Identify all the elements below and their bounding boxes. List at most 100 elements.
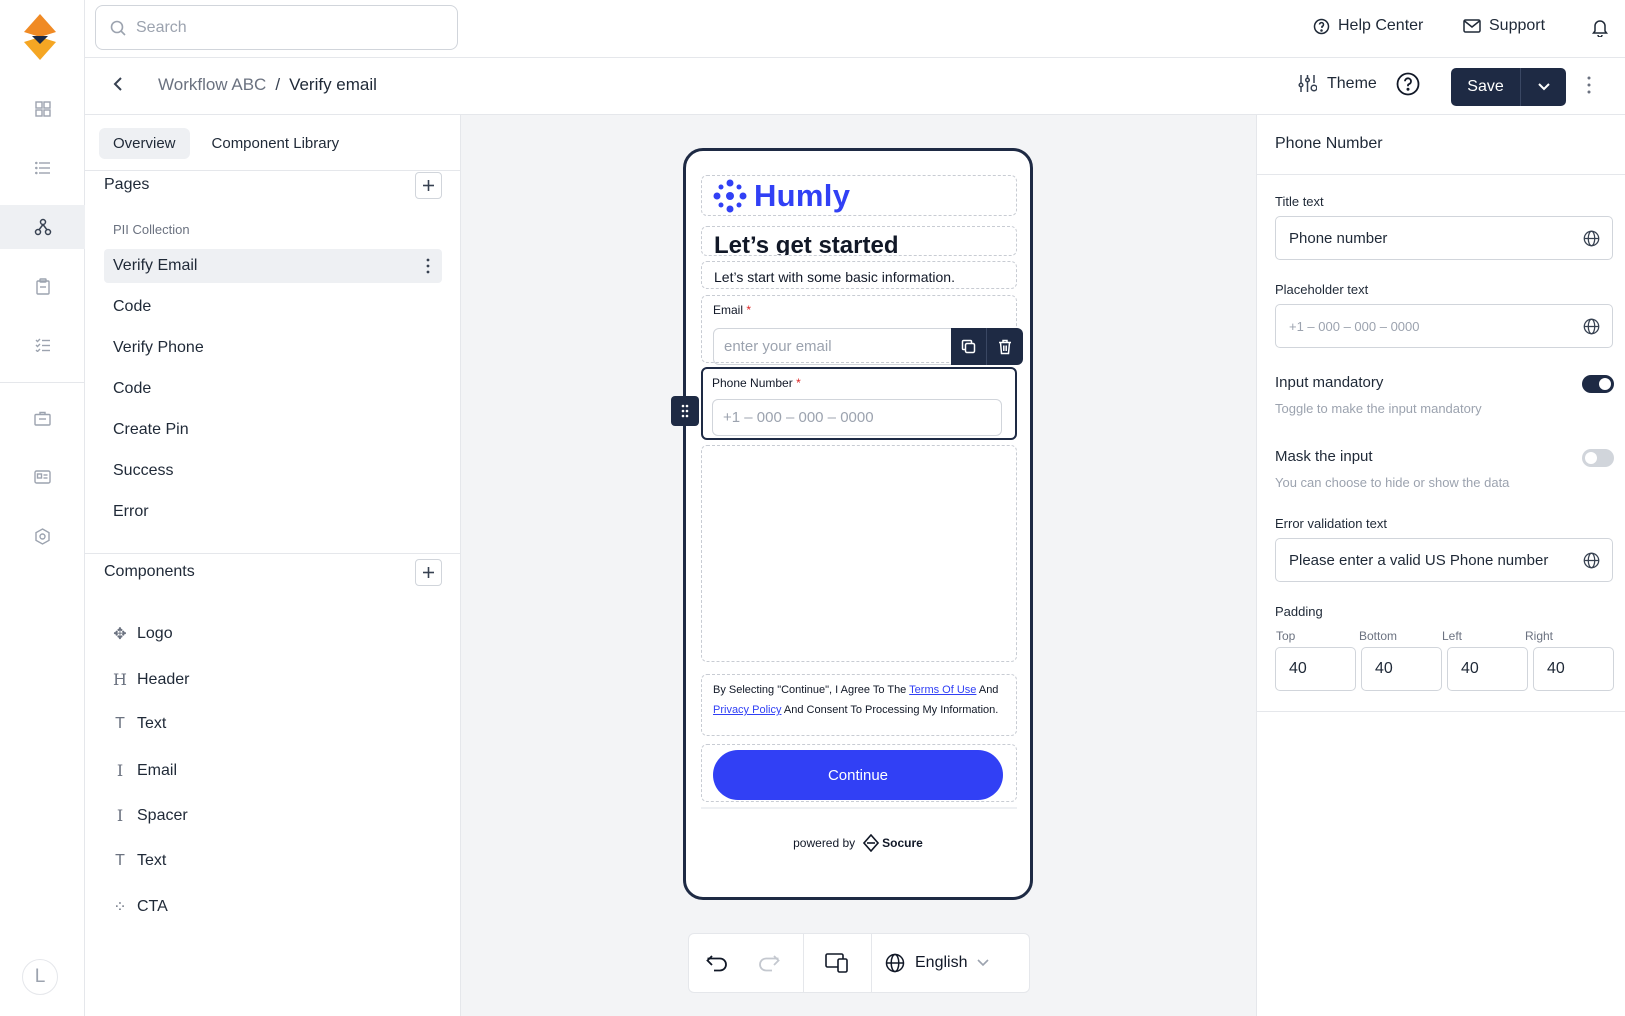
page-item-create-pin[interactable]: Create Pin — [104, 413, 442, 447]
globe-icon[interactable] — [1583, 230, 1600, 247]
page-item-success[interactable]: Success — [104, 454, 442, 488]
component-item-cta[interactable]: ⁘ CTA — [112, 897, 168, 917]
search-input[interactable]: Search — [95, 5, 458, 50]
breadcrumb-current: Verify email — [289, 75, 377, 94]
page-item-label: Code — [113, 298, 152, 315]
clipboard-icon[interactable] — [0, 264, 85, 308]
pages-title: Pages — [104, 176, 150, 193]
device-preview-icon[interactable] — [807, 934, 867, 992]
padding-bottom-input[interactable]: 40 — [1361, 647, 1442, 691]
component-item-text-2[interactable]: T Text — [112, 852, 166, 870]
tab-overview[interactable]: Overview — [99, 128, 190, 159]
undo-icon[interactable] — [695, 934, 739, 992]
logo-component-icon: ✥ — [113, 626, 127, 643]
id-card-icon[interactable] — [0, 455, 85, 499]
help-circle-icon[interactable] — [1396, 72, 1420, 101]
redo-icon[interactable] — [747, 934, 791, 992]
language-select[interactable]: English — [885, 934, 990, 992]
checklist-icon[interactable] — [0, 323, 85, 367]
list-icon[interactable] — [0, 146, 85, 190]
component-label: Spacer — [137, 806, 188, 824]
error-validation-field[interactable]: Please enter a valid US Phone number — [1275, 538, 1613, 582]
globe-icon[interactable] — [1583, 318, 1600, 335]
help-center-link[interactable]: Help Center — [1313, 17, 1423, 35]
page-item-label: Code — [113, 380, 152, 397]
mask-input-description: You can choose to hide or show the data — [1275, 475, 1510, 490]
component-item-logo[interactable]: ✥ Logo — [112, 624, 173, 644]
avatar[interactable]: L — [22, 959, 58, 995]
component-label: Email — [137, 761, 178, 779]
settings-hexagon-icon[interactable] — [0, 514, 85, 558]
component-label: Logo — [137, 625, 173, 642]
section-divider — [85, 553, 461, 554]
terms-pre: By Selecting "Continue", I Agree To The — [713, 684, 910, 696]
padding-right-input[interactable]: 40 — [1533, 647, 1614, 691]
add-component-button[interactable] — [415, 559, 442, 586]
save-button-group: Save — [1451, 68, 1566, 106]
breadcrumb: Workflow ABC / Verify email — [158, 75, 377, 95]
component-item-spacer[interactable]: I Spacer — [112, 806, 188, 825]
search-icon — [110, 20, 126, 36]
logo-block[interactable]: Humly — [701, 175, 1017, 216]
duplicate-icon[interactable] — [951, 328, 987, 365]
page-item-error[interactable]: Error — [104, 495, 442, 529]
theme-button[interactable]: Theme — [1298, 74, 1377, 93]
socure-logo: Socure — [863, 834, 923, 852]
page-menu-icon[interactable] — [426, 258, 430, 279]
text-block[interactable]: Let’s start with some basic information. — [701, 261, 1017, 289]
title-text-label: Title text — [1275, 194, 1324, 209]
dashboard-icon[interactable] — [0, 87, 85, 131]
trash-icon[interactable] — [987, 328, 1023, 365]
continue-button[interactable]: Continue — [713, 750, 1003, 800]
padding-right-label: Right — [1525, 629, 1554, 643]
workflow-icon[interactable] — [0, 205, 85, 249]
terms-of-use-link[interactable]: Terms Of Use — [909, 684, 976, 696]
save-dropdown-button[interactable] — [1521, 68, 1566, 106]
input-mandatory-toggle[interactable] — [1582, 375, 1614, 393]
page-item-code-2[interactable]: Code — [104, 372, 442, 406]
page-item-label: Verify Email — [113, 257, 198, 274]
save-button[interactable]: Save — [1451, 68, 1521, 106]
page-item-verify-email[interactable]: Verify Email — [104, 249, 442, 283]
breadcrumb-parent[interactable]: Workflow ABC — [158, 75, 266, 95]
page-item-code[interactable]: Code — [104, 290, 442, 324]
placeholder-text-field[interactable]: +1 – 000 – 000 – 0000 — [1275, 304, 1613, 348]
component-item-header[interactable]: H Header — [112, 670, 189, 689]
padding-top-input[interactable]: 40 — [1275, 647, 1356, 691]
powered-by: powered by Socure — [686, 834, 1030, 852]
component-item-email[interactable]: I Email — [112, 761, 177, 780]
add-page-button[interactable] — [415, 172, 442, 199]
heading-icon: H — [113, 670, 127, 689]
app-logo[interactable] — [24, 14, 56, 65]
padding-left-input[interactable]: 40 — [1447, 647, 1528, 691]
page-item-label: Success — [113, 462, 174, 479]
phone-number-block-selected[interactable]: Phone Number * +1 – 000 – 000 – 0000 — [701, 367, 1017, 440]
phone-field[interactable]: +1 – 000 – 000 – 0000 — [712, 399, 1002, 436]
privacy-policy-link[interactable]: Privacy Policy — [713, 704, 781, 716]
spacer-block[interactable] — [701, 445, 1017, 662]
help-center-label: Help Center — [1338, 17, 1424, 34]
email-label: Email * — [713, 303, 752, 317]
component-item-text[interactable]: T Text — [112, 715, 166, 733]
cta-block[interactable]: Continue — [701, 744, 1017, 802]
globe-icon[interactable] — [1583, 552, 1600, 569]
email-block[interactable]: Email * enter your email — [701, 295, 1023, 365]
title-text-field[interactable]: Phone number — [1275, 216, 1613, 260]
notification-bell-icon[interactable] — [1591, 18, 1609, 42]
rail-divider — [0, 382, 85, 383]
socure-icon — [863, 834, 880, 852]
terms-text-block[interactable]: By Selecting "Continue", I Agree To The … — [701, 674, 1017, 736]
support-link[interactable]: Support — [1463, 17, 1545, 35]
tab-component-library[interactable]: Component Library — [198, 128, 354, 159]
more-options-icon[interactable] — [1587, 76, 1591, 99]
header-block[interactable]: Let’s get started — [701, 226, 1017, 256]
editor-header: Workflow ABC / Verify email Theme Save — [85, 58, 1625, 115]
search-placeholder: Search — [136, 18, 187, 36]
text-icon: T — [115, 852, 125, 869]
back-chevron-icon[interactable] — [113, 76, 123, 97]
page-item-verify-phone[interactable]: Verify Phone — [104, 331, 442, 365]
drag-handle-icon[interactable] — [671, 396, 699, 426]
mask-input-toggle[interactable] — [1582, 449, 1614, 467]
briefcase-icon[interactable] — [0, 396, 85, 440]
brand-name: Humly — [754, 177, 851, 213]
